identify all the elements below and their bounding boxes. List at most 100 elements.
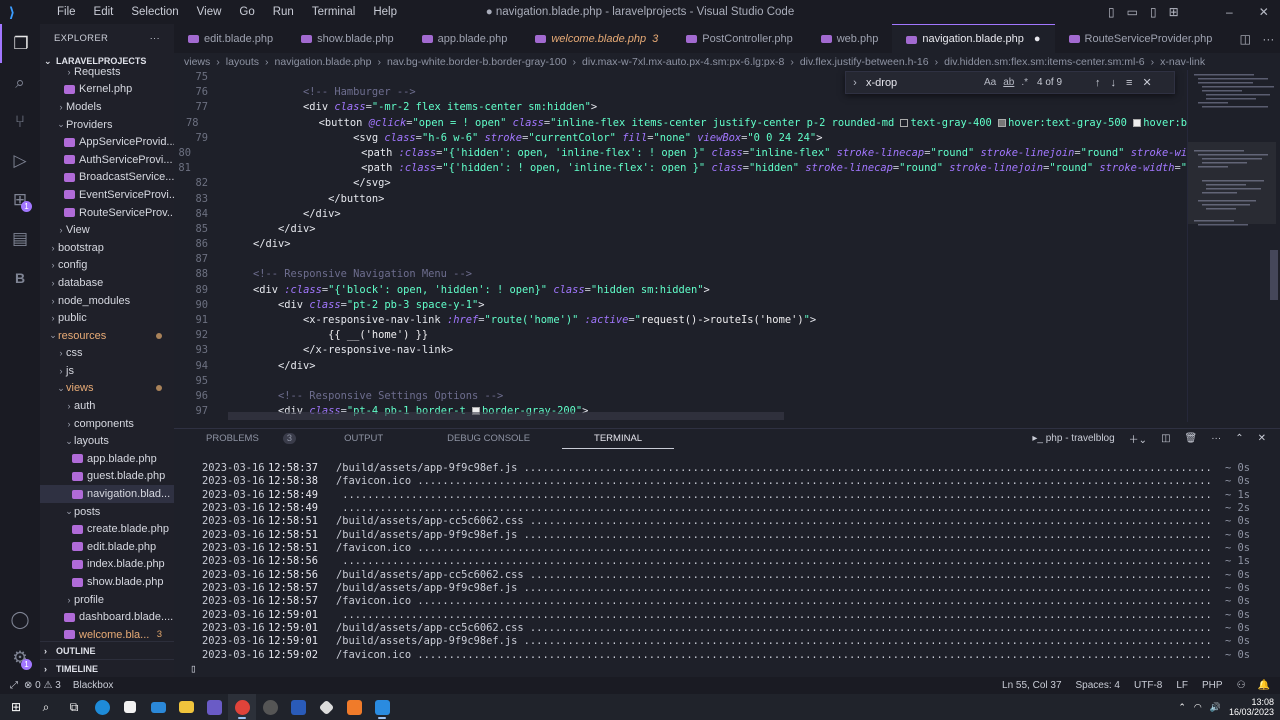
code-editor[interactable]: 75 76 <!-- Hamburger --> 77 <div class="-m…	[174, 70, 1187, 422]
obs-icon[interactable]	[256, 694, 284, 720]
code-line[interactable]: 85 </div>	[174, 222, 1187, 237]
menu-file[interactable]: File	[48, 0, 85, 24]
source-control-icon[interactable]: ⑂	[0, 102, 40, 141]
code-line[interactable]: 96 <!-- Responsive Settings Options -->	[174, 389, 1187, 404]
folder-item[interactable]: › public	[40, 309, 174, 327]
cursor-position[interactable]: Ln 55, Col 37	[1002, 680, 1062, 691]
network-icon[interactable]: ◠	[1194, 702, 1202, 713]
folder-item[interactable]: › css	[40, 345, 174, 363]
terminal-output[interactable]: 2023-03-16 12:58:37/build/assets/app-9f9c…	[174, 462, 1250, 662]
match-word-toggle[interactable]: ab	[1003, 77, 1014, 88]
menu-view[interactable]: View	[188, 0, 231, 24]
taskbar-search-icon[interactable]: ⌕	[32, 694, 60, 720]
remote-explorer-icon[interactable]: ▤	[0, 219, 40, 258]
problems-status[interactable]: ⊗ 0 ⚠ 3	[24, 680, 61, 691]
breadcrumb-item[interactable]: nav.bg-white.border-b.border-gray-100	[387, 56, 567, 68]
menu-run[interactable]: Run	[264, 0, 303, 24]
vscode-taskbar-icon[interactable]	[368, 694, 396, 720]
code-line[interactable]: 82 </svg>	[174, 176, 1187, 191]
tab-navigation-blade-php[interactable]: navigation.blade.php ●	[892, 24, 1055, 53]
find-input[interactable]: x-drop	[864, 77, 984, 89]
notifications-bell-icon[interactable]: 🔔	[1258, 680, 1270, 691]
outline-section[interactable]: › OUTLINE	[40, 641, 174, 659]
maximize-panel-icon[interactable]: ⌃	[1235, 433, 1243, 444]
code-line[interactable]: 84 </div>	[174, 207, 1187, 222]
breadcrumb-item[interactable]: views	[184, 56, 210, 68]
code-line[interactable]: 93 </x-responsive-nav-link>	[174, 343, 1187, 358]
menu-selection[interactable]: Selection	[122, 0, 187, 24]
encoding[interactable]: UTF-8	[1134, 680, 1162, 691]
tray-expand-icon[interactable]: ⌃	[1178, 702, 1186, 713]
code-line[interactable]: 88 <!-- Responsive Navigation Menu -->	[174, 267, 1187, 282]
breadcrumb-item[interactable]: div.flex.justify-between.h-16	[800, 56, 929, 68]
minimize-icon[interactable]: –	[1226, 5, 1233, 19]
match-case-toggle[interactable]: Aa	[984, 77, 996, 88]
edge-icon[interactable]	[88, 694, 116, 720]
breadcrumb-item[interactable]: div.max-w-7xl.mx-auto.px-4.sm:px-6.lg:px…	[582, 56, 784, 68]
code-line[interactable]: 83 </button>	[174, 192, 1187, 207]
file-item[interactable]: EventServiceProvi...	[40, 186, 174, 204]
file-item[interactable]: Kernel.php	[40, 81, 174, 99]
file-item[interactable]: edit.blade.php	[40, 538, 174, 556]
toggle-sidebar-icon[interactable]: ▯	[1108, 5, 1115, 19]
remote-indicator-icon[interactable]: ⤢	[0, 680, 24, 691]
toggle-panel-icon[interactable]: ▭	[1127, 5, 1138, 19]
menu-help[interactable]: Help	[364, 0, 406, 24]
folder-item[interactable]: › js	[40, 362, 174, 380]
file-item[interactable]: AuthServiceProvi...	[40, 151, 174, 169]
menu-go[interactable]: Go	[230, 0, 263, 24]
tab-routeserviceprovider-php[interactable]: RouteServiceProvider.php	[1055, 24, 1227, 53]
file-item[interactable]: AppServiceProvid...	[40, 133, 174, 151]
folder-item[interactable]: › Requests	[40, 63, 174, 81]
teams-icon[interactable]	[200, 694, 228, 720]
folder-item[interactable]: ⌄ views	[40, 380, 174, 398]
blackbox-status[interactable]: Blackbox	[73, 680, 114, 691]
task-view-icon[interactable]: ⧉	[60, 694, 88, 720]
search-icon[interactable]: ⌕	[0, 63, 40, 102]
file-item[interactable]: create.blade.php	[40, 520, 174, 538]
tab-app-blade-php[interactable]: app.blade.php	[408, 24, 522, 53]
folder-item[interactable]: ⌄ layouts	[40, 432, 174, 450]
breadcrumb-item[interactable]: layouts	[226, 56, 259, 68]
file-item[interactable]: show.blade.php	[40, 573, 174, 591]
close-find-icon[interactable]: ✕	[1142, 76, 1151, 89]
tab-show-blade-php[interactable]: show.blade.php	[287, 24, 407, 53]
run-debug-icon[interactable]: ▷	[0, 141, 40, 180]
panel-tab-problems[interactable]: PROBLEMS 3	[174, 429, 312, 448]
folder-item[interactable]: › profile	[40, 591, 174, 609]
file-explorer-icon[interactable]	[172, 694, 200, 720]
folder-item[interactable]: › components	[40, 415, 174, 433]
minimap[interactable]	[1187, 70, 1280, 422]
explorer-icon[interactable]: ❐	[0, 24, 40, 63]
breadcrumb-item[interactable]: x-nav-link	[1160, 56, 1205, 68]
language-mode[interactable]: PHP	[1202, 680, 1223, 691]
next-match-icon[interactable]: ↓	[1111, 77, 1117, 89]
mail-icon[interactable]	[144, 694, 172, 720]
code-line[interactable]: 77 <div class="-mr-2 flex items-center s…	[174, 100, 1187, 115]
tab-welcome-blade-php[interactable]: welcome.blade.php 3	[521, 24, 672, 53]
breadcrumb-item[interactable]: navigation.blade.php	[275, 56, 372, 68]
close-panel-icon[interactable]: ✕	[1258, 433, 1266, 444]
kill-terminal-icon[interactable]: 🗑	[1185, 433, 1198, 444]
folder-item[interactable]: ⌄ posts	[40, 503, 174, 521]
code-line[interactable]: 79 <svg class="h-6 w-6" stroke="currentC…	[174, 131, 1187, 146]
file-item[interactable]: BroadcastService...	[40, 169, 174, 187]
unsaved-dot-icon[interactable]: ●	[1034, 33, 1041, 45]
more-actions-icon[interactable]: ···	[1262, 32, 1274, 46]
indentation[interactable]: Spaces: 4	[1076, 680, 1120, 691]
customize-layout-icon[interactable]: ⊞	[1169, 5, 1179, 19]
file-item[interactable]: guest.blade.php	[40, 468, 174, 486]
code-line[interactable]: 80 <path :class="{'hidden': open, 'inlin…	[174, 146, 1187, 161]
folder-item[interactable]: › database	[40, 274, 174, 292]
editor-scrollbar-thumb[interactable]	[1270, 250, 1278, 300]
folder-item[interactable]: › config	[40, 257, 174, 275]
file-item[interactable]: navigation.blad...	[40, 485, 174, 503]
more-actions-icon[interactable]: ···	[150, 33, 160, 44]
file-item[interactable]: index.blade.php	[40, 556, 174, 574]
chrome-icon[interactable]	[228, 694, 256, 720]
previous-match-icon[interactable]: ↑	[1095, 77, 1101, 89]
code-line[interactable]: 81 <path :class="{'hidden': ! open, 'inl…	[174, 161, 1187, 176]
panel-tab-debug-console[interactable]: DEBUG CONSOLE	[415, 429, 562, 448]
windows-start-icon[interactable]: ⊞	[0, 694, 32, 720]
end-of-line[interactable]: LF	[1176, 680, 1188, 691]
